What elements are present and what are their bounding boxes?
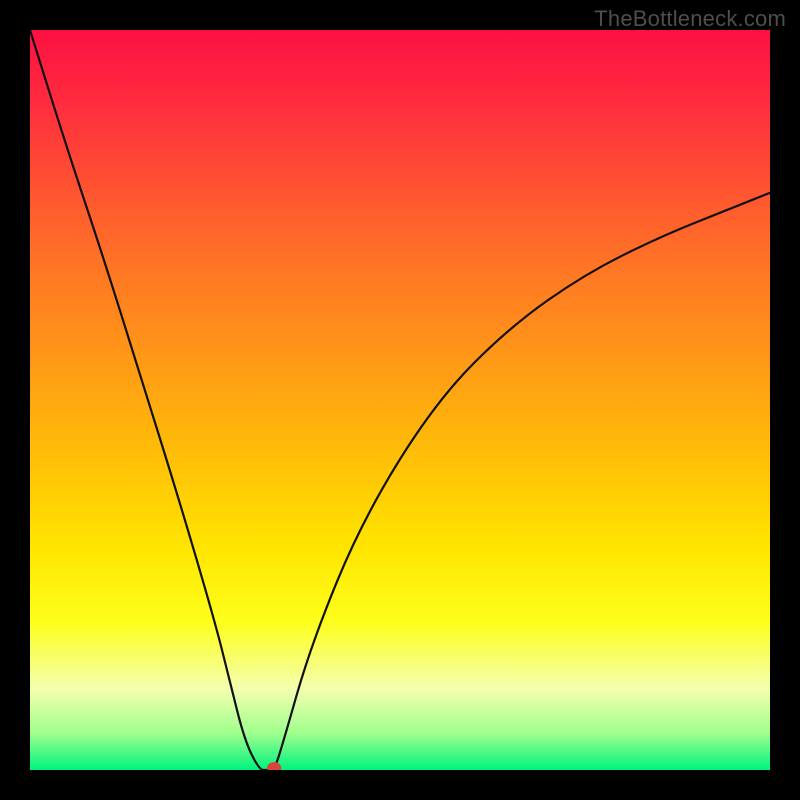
watermark-text: TheBottleneck.com	[594, 6, 786, 32]
optimal-point-marker	[267, 762, 281, 770]
plot-area	[30, 30, 770, 770]
bottleneck-curve	[30, 30, 770, 770]
chart-svg	[30, 30, 770, 770]
